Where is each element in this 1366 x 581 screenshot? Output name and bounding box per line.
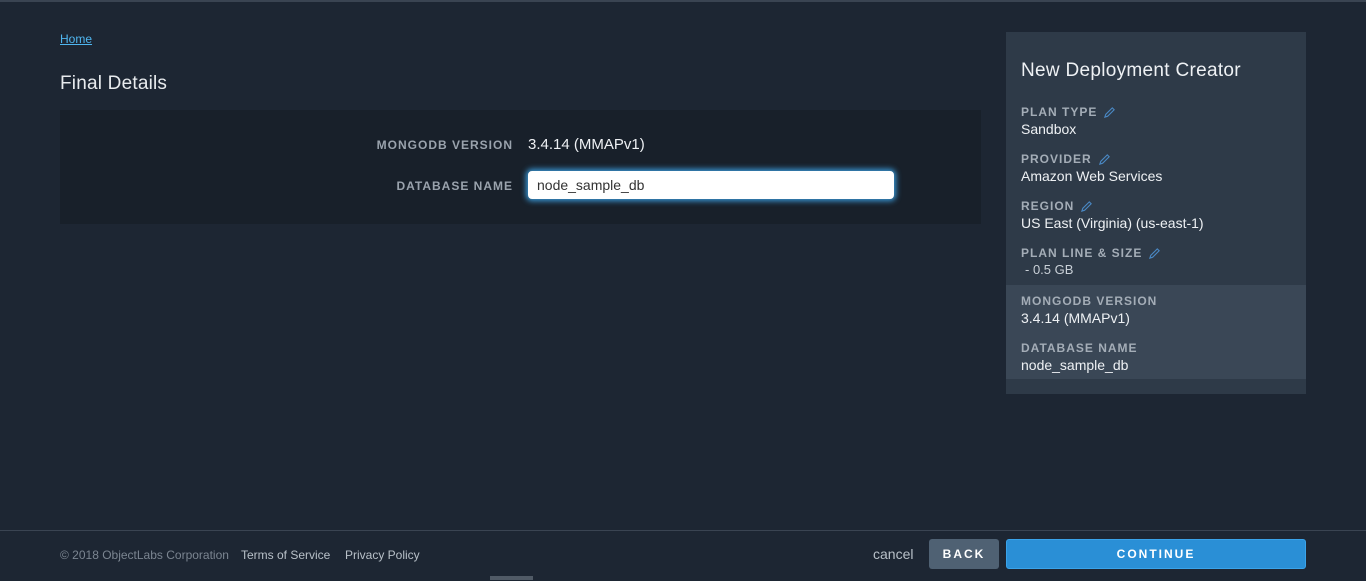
summary-value: US East (Virginia) (us-east-1)	[1021, 215, 1204, 231]
summary-item-mongodb-version: MONGODB VERSION 3.4.14 (MMAPv1)	[1021, 293, 1157, 326]
summary-item-provider: PROVIDER Amazon Web Services	[1021, 151, 1162, 184]
copyright-text: © 2018 ObjectLabs Corporation	[60, 548, 229, 562]
summary-item-region: REGION US East (Virginia) (us-east-1)	[1021, 198, 1204, 231]
footer: © 2018 ObjectLabs Corporation Terms of S…	[0, 530, 1366, 581]
pencil-icon[interactable]	[1080, 200, 1093, 213]
pencil-icon[interactable]	[1148, 247, 1161, 260]
summary-value: Amazon Web Services	[1021, 168, 1163, 184]
summary-label: REGION	[1021, 199, 1075, 213]
breadcrumb-home-link[interactable]: Home	[60, 32, 92, 46]
horizontal-scrollbar-thumb[interactable]	[490, 576, 533, 580]
summary-title: New Deployment Creator	[1021, 60, 1241, 81]
summary-label: MONGODB VERSION	[1021, 294, 1158, 308]
privacy-policy-link[interactable]: Privacy Policy	[345, 548, 420, 562]
summary-item-plan-line-size: PLAN LINE & SIZE - 0.5 GB	[1021, 245, 1161, 277]
database-name-input[interactable]	[528, 171, 894, 199]
final-details-form: MONGODB VERSION 3.4.14 (MMAPv1) DATABASE…	[60, 110, 981, 224]
mongodb-version-value: 3.4.14 (MMAPv1)	[528, 136, 645, 153]
summary-item-database-name: DATABASE NAME node_sample_db	[1021, 340, 1138, 373]
deployment-summary-panel: New Deployment Creator PLAN TYPE Sandbox…	[1006, 32, 1306, 394]
summary-label: PLAN LINE & SIZE	[1021, 246, 1143, 260]
continue-button[interactable]: CONTINUE	[1006, 539, 1306, 569]
pencil-icon[interactable]	[1098, 153, 1111, 166]
top-border	[0, 0, 1366, 2]
terms-of-service-link[interactable]: Terms of Service	[241, 548, 330, 562]
cancel-link[interactable]: cancel	[873, 546, 913, 562]
summary-label: DATABASE NAME	[1021, 341, 1138, 355]
summary-item-plan-type: PLAN TYPE Sandbox	[1021, 104, 1116, 137]
summary-value: Sandbox	[1021, 121, 1077, 137]
summary-value: 3.4.14 (MMAPv1)	[1021, 310, 1130, 326]
back-button[interactable]: BACK	[929, 539, 999, 569]
database-name-label: DATABASE NAME	[396, 179, 513, 193]
summary-value: node_sample_db	[1021, 357, 1129, 373]
pencil-icon[interactable]	[1103, 106, 1116, 119]
summary-label: PLAN TYPE	[1021, 105, 1098, 119]
page-title: Final Details	[60, 73, 168, 94]
mongodb-version-label: MONGODB VERSION	[376, 138, 513, 152]
summary-value: - 0.5 GB	[1025, 262, 1074, 277]
summary-label: PROVIDER	[1021, 152, 1092, 166]
